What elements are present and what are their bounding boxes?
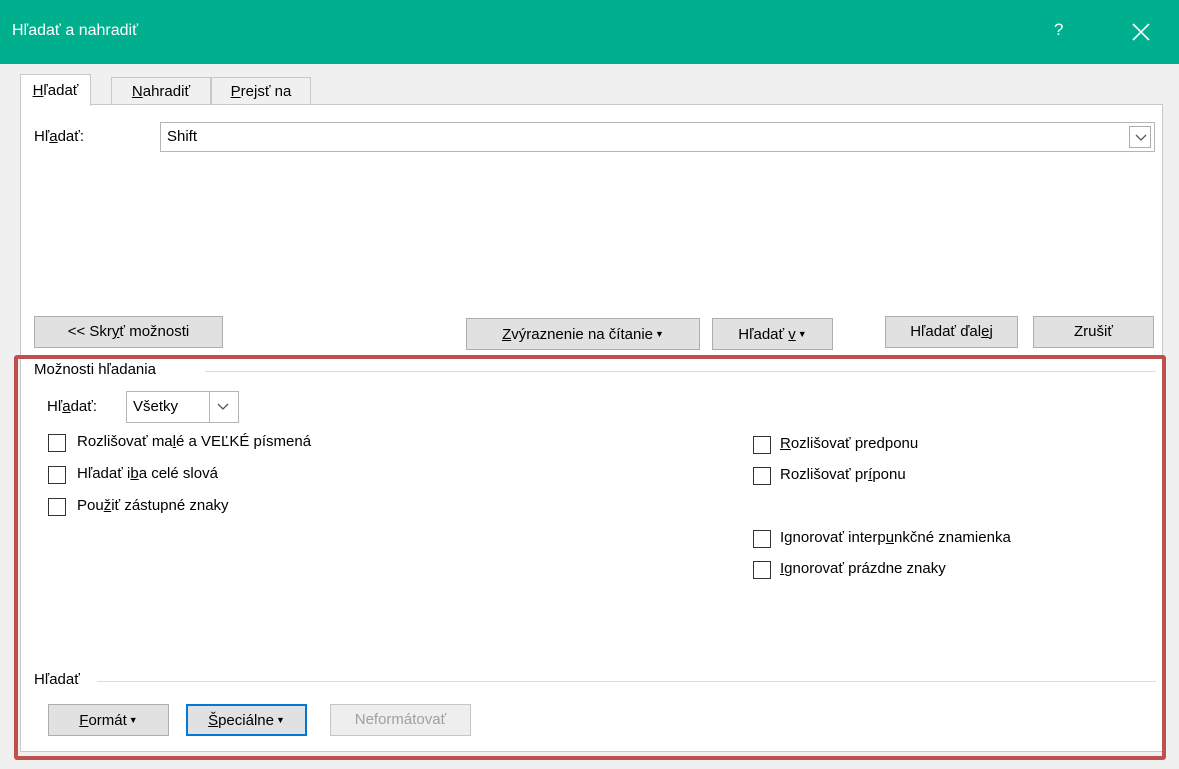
format-button[interactable]: Formát ▼ xyxy=(48,704,169,736)
chevron-down-icon xyxy=(217,403,229,410)
cancel-button[interactable]: Zrušiť xyxy=(1033,316,1154,348)
help-button[interactable]: ? xyxy=(1054,20,1063,40)
find-input-value[interactable]: Shift xyxy=(167,128,197,145)
match-prefix-checkbox[interactable] xyxy=(753,436,771,454)
close-button[interactable] xyxy=(1114,14,1170,52)
ignore-punctuation-checkbox[interactable] xyxy=(753,530,771,548)
hide-options-button[interactable]: << Skryť možnosti xyxy=(34,316,223,348)
whole-words-checkbox[interactable] xyxy=(48,466,66,484)
ignore-whitespace-label: Ignorovať prázdne znaky xyxy=(780,560,946,577)
match-suffix-label: Rozlišovať príponu xyxy=(780,466,906,483)
dropdown-arrow-icon: ▼ xyxy=(655,329,664,339)
whole-words-label: Hľadať iba celé slová xyxy=(77,465,218,482)
search-direction-select[interactable]: Všetky xyxy=(126,391,239,423)
ignore-punctuation-label: Ignorovať interpunkčné znamienka xyxy=(780,529,1011,546)
match-suffix-checkbox[interactable] xyxy=(753,467,771,485)
dropdown-arrow-icon: ▼ xyxy=(275,715,285,725)
search-direction-label: Hľadať: xyxy=(47,398,98,415)
find-in-button[interactable]: Hľadať v ▼ xyxy=(712,318,833,350)
search-options-group-title: Možnosti hľadania xyxy=(34,361,156,378)
wildcards-checkbox[interactable] xyxy=(48,498,66,516)
find-history-dropdown[interactable] xyxy=(1129,126,1151,148)
wildcards-label: Použiť zástupné znaky xyxy=(77,497,229,514)
close-icon xyxy=(1132,23,1150,41)
group-divider xyxy=(205,371,1156,372)
ignore-whitespace-checkbox[interactable] xyxy=(753,561,771,579)
find-label: Hľadať: xyxy=(34,128,85,145)
window-title: Hľadať a nahradiť xyxy=(12,22,139,39)
title-bar: Hľadať a nahradiť ? xyxy=(0,0,1179,64)
reading-highlight-button[interactable]: Zvýraznenie na čítanie ▼ xyxy=(466,318,700,350)
tab-find[interactable]: Hľadať xyxy=(20,74,91,106)
find-next-button[interactable]: Hľadať ďalej xyxy=(885,316,1018,348)
find-group-title: Hľadať xyxy=(34,671,80,688)
no-formatting-button[interactable]: Neformátovať xyxy=(330,704,471,736)
match-case-label: Rozlišovať malé a VEĽKÉ písmená xyxy=(77,433,312,450)
tab-goto[interactable]: Prejsť na xyxy=(211,77,311,104)
match-prefix-label: Rozlišovať predponu xyxy=(780,435,919,452)
dropdown-arrow-icon: ▼ xyxy=(128,715,138,725)
group-divider xyxy=(97,681,1156,682)
find-input[interactable]: Shift xyxy=(160,122,1155,152)
special-button[interactable]: Špeciálne ▼ xyxy=(186,704,307,736)
tab-replace[interactable]: Nahradiť xyxy=(111,77,211,104)
chevron-down-icon xyxy=(1135,134,1147,141)
match-case-checkbox[interactable] xyxy=(48,434,66,452)
dropdown-arrow-icon: ▼ xyxy=(797,329,807,339)
